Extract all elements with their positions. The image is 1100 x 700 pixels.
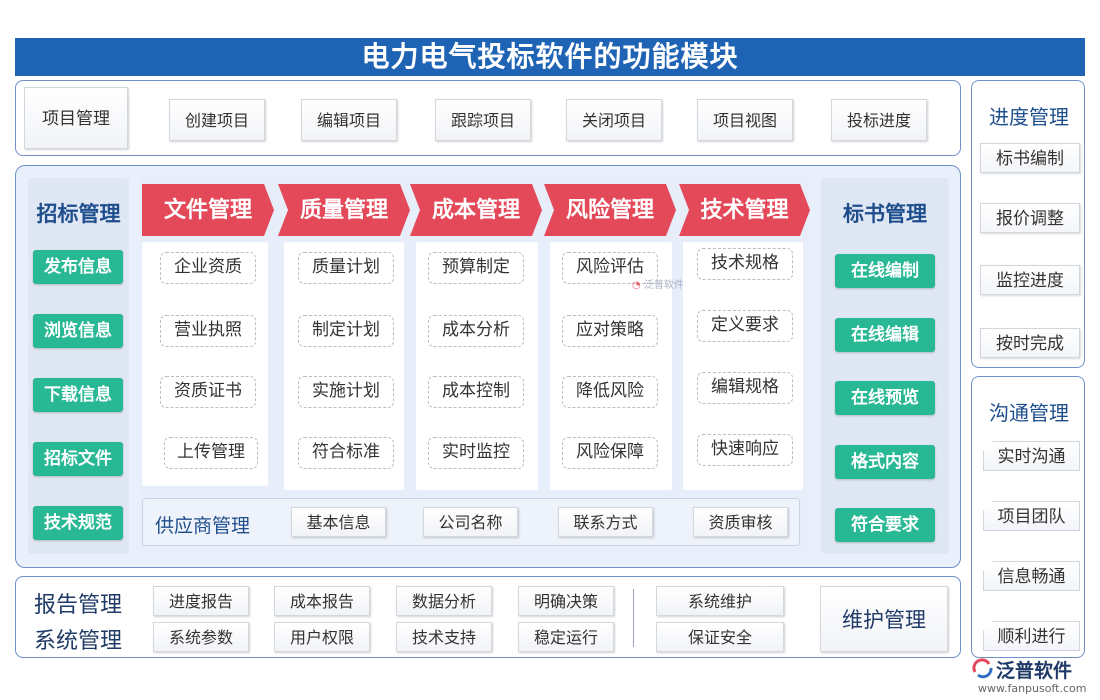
progress-item-monitor[interactable]: 监控进度 <box>980 265 1080 295</box>
progress-item-compile[interactable]: 标书编制 <box>980 143 1080 173</box>
progress-item-quote[interactable]: 报价调整 <box>980 203 1080 233</box>
communication-label: 沟通管理 <box>989 401 1069 425</box>
bidding-item-publish[interactable]: 发布信息 <box>33 250 123 284</box>
module-risk-item-2[interactable]: 应对策略 <box>562 315 658 347</box>
project-item-track[interactable]: 跟踪项目 <box>435 99 531 141</box>
report-item-progress[interactable]: 进度报告 <box>153 586 249 616</box>
bidding-item-tech-spec[interactable]: 技术规范 <box>33 506 123 540</box>
module-file-item-3[interactable]: 资质证书 <box>160 376 256 408</box>
module-cost-item-4[interactable]: 实时监控 <box>428 437 524 469</box>
module-file-item-2[interactable]: 营业执照 <box>160 315 256 347</box>
maintenance-item-system[interactable]: 系统维护 <box>656 586 784 616</box>
report-item-analysis[interactable]: 数据分析 <box>396 586 492 616</box>
system-item-permissions[interactable]: 用户权限 <box>274 622 370 652</box>
module-header-cost[interactable]: 成本管理 <box>410 184 542 236</box>
bidding-item-download[interactable]: 下载信息 <box>33 378 123 412</box>
project-item-view[interactable]: 项目视图 <box>697 99 793 141</box>
bidding-label: 招标管理 <box>36 201 121 226</box>
module-quality-item-2[interactable]: 制定计划 <box>298 315 394 347</box>
tender-doc-item-edit[interactable]: 在线编辑 <box>835 318 935 352</box>
tender-doc-label: 标书管理 <box>843 201 927 226</box>
module-quality-item-3[interactable]: 实施计划 <box>298 376 394 408</box>
tender-doc-item-preview[interactable]: 在线预览 <box>835 381 935 415</box>
module-cost-item-3[interactable]: 成本控制 <box>428 376 524 408</box>
communication-item-info[interactable]: 信息畅通 <box>983 561 1080 591</box>
communication-panel: 沟通管理 实时沟通 项目团队 信息畅通 顺利进行 <box>971 376 1085 658</box>
watermark: ◔ 泛普软件 <box>632 276 684 291</box>
module-cost-item-1[interactable]: 预算制定 <box>428 252 524 284</box>
report-label: 报告管理 <box>34 593 123 618</box>
page-title: 电力电气投标软件的功能模块 <box>15 38 1085 76</box>
module-tech-item-3[interactable]: 编辑规格 <box>697 372 793 404</box>
bottom-panel: 报告管理 系统管理 进度报告 成本报告 数据分析 明确决策 系统参数 用户权限 … <box>15 576 961 658</box>
project-item-edit[interactable]: 编辑项目 <box>301 99 397 141</box>
report-item-cost[interactable]: 成本报告 <box>274 586 370 616</box>
bidding-item-browse[interactable]: 浏览信息 <box>33 314 123 348</box>
modules-area: 文件管理 质量管理 成本管理 风险管理 技术管理 企业资质 营业执照 资质证书 … <box>140 178 810 554</box>
communication-item-team[interactable]: 项目团队 <box>983 501 1080 531</box>
brand-logo-name: 泛普软件 <box>996 660 1073 682</box>
module-tech-item-4[interactable]: 快速响应 <box>697 434 793 466</box>
supplier-item-qualification[interactable]: 资质审核 <box>693 507 788 537</box>
module-tech-item-2[interactable]: 定义要求 <box>697 310 793 342</box>
module-file-item-4[interactable]: 上传管理 <box>164 437 258 469</box>
module-risk-item-3[interactable]: 降低风险 <box>562 376 658 408</box>
module-risk-item-4[interactable]: 风险保障 <box>562 437 658 469</box>
progress-panel: 进度管理 标书编制 报价调整 监控进度 按时完成 <box>971 80 1085 368</box>
supplier-item-contact[interactable]: 联系方式 <box>558 507 653 537</box>
project-label: 项目管理 <box>24 87 128 149</box>
module-quality-item-4[interactable]: 符合标准 <box>298 437 394 469</box>
watermark-logo-icon: ◔ <box>632 280 641 291</box>
module-header-file[interactable]: 文件管理 <box>142 184 274 236</box>
module-header-risk[interactable]: 风险管理 <box>544 184 676 236</box>
supplier-label: 供应商管理 <box>155 515 251 537</box>
supplier-bar: 供应商管理 基本信息 公司名称 联系方式 资质审核 <box>142 498 800 546</box>
project-item-bid-progress[interactable]: 投标进度 <box>831 99 927 141</box>
supplier-item-company[interactable]: 公司名称 <box>423 507 518 537</box>
bottom-divider <box>633 589 634 647</box>
tender-doc-column: 标书管理 在线编制 在线编辑 在线预览 格式内容 符合要求 <box>821 178 949 554</box>
maintenance-label[interactable]: 维护管理 <box>820 586 948 652</box>
project-panel: 项目管理 创建项目 编辑项目 跟踪项目 关闭项目 项目视图 投标进度 <box>15 80 961 156</box>
module-file-item-1[interactable]: 企业资质 <box>160 252 256 284</box>
module-cost-item-2[interactable]: 成本分析 <box>428 315 524 347</box>
module-header-tech[interactable]: 技术管理 <box>679 184 810 236</box>
watermark-text: 泛普软件 <box>643 280 684 291</box>
project-item-close[interactable]: 关闭项目 <box>566 99 662 141</box>
maintenance-item-security[interactable]: 保证安全 <box>656 622 784 652</box>
module-header-quality[interactable]: 质量管理 <box>278 184 410 236</box>
system-item-params[interactable]: 系统参数 <box>153 622 249 652</box>
report-item-decision[interactable]: 明确决策 <box>518 586 614 616</box>
system-label: 系统管理 <box>34 629 123 654</box>
supplier-item-basic[interactable]: 基本信息 <box>291 507 386 537</box>
tender-doc-item-compliance[interactable]: 符合要求 <box>835 508 935 542</box>
bidding-item-documents[interactable]: 招标文件 <box>33 442 123 476</box>
bidding-column: 招标管理 发布信息 浏览信息 下载信息 招标文件 技术规范 <box>28 178 129 554</box>
progress-item-ontime[interactable]: 按时完成 <box>980 328 1080 358</box>
module-tech-item-1[interactable]: 技术规格 <box>697 248 793 280</box>
brand-logo: 泛普软件 www.fanpusoft.com <box>972 656 1098 698</box>
main-panel: 招标管理 发布信息 浏览信息 下载信息 招标文件 技术规范 文件管理 质量管理 … <box>15 165 961 568</box>
tender-doc-item-compile[interactable]: 在线编制 <box>835 254 935 288</box>
module-quality-item-1[interactable]: 质量计划 <box>298 252 394 284</box>
brand-logo-url: www.fanpusoft.com <box>978 682 1087 695</box>
progress-label: 进度管理 <box>989 105 1069 129</box>
communication-item-realtime[interactable]: 实时沟通 <box>983 441 1080 471</box>
system-item-stable[interactable]: 稳定运行 <box>518 622 614 652</box>
communication-item-smooth[interactable]: 顺利进行 <box>983 621 1080 651</box>
system-item-support[interactable]: 技术支持 <box>396 622 492 652</box>
tender-doc-item-format[interactable]: 格式内容 <box>835 445 935 479</box>
project-item-create[interactable]: 创建项目 <box>169 99 265 141</box>
brand-logo-icon <box>972 658 994 680</box>
